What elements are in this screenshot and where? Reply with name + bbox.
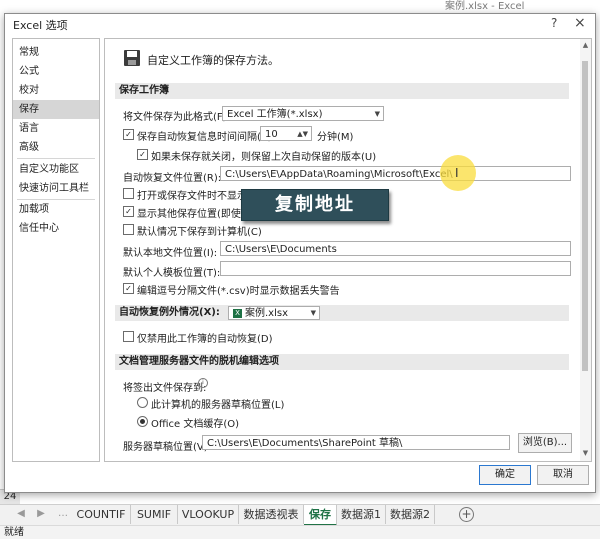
- csv-warning-checkbox[interactable]: ✓: [123, 283, 134, 294]
- keep-last-version-label: 如果未保存就关闭，则保留上次自动保留的版本(U): [151, 152, 377, 163]
- section-offline-editing: 文档管理服务器文件的脱机编辑选项: [115, 354, 569, 370]
- minutes-label: 分钟(M): [317, 132, 354, 143]
- autorecover-location-input[interactable]: C:\Users\E\AppData\Roaming\Microsoft\Exc…: [220, 166, 571, 181]
- autorecover-label: 保存自动恢复信息时间间隔(A): [137, 132, 272, 143]
- default-local-location-input[interactable]: C:\Users\E\Documents: [220, 241, 571, 256]
- no-backstage-checkbox[interactable]: [123, 188, 134, 199]
- save-to-computer-label: 默认情况下保存到计算机(C): [137, 227, 262, 238]
- keep-last-version-checkbox[interactable]: ✓: [137, 149, 148, 160]
- autorecover-location-label: 自动恢复文件位置(R):: [123, 173, 222, 184]
- chevron-down-icon: ▼: [310, 309, 316, 317]
- help-icon[interactable]: ?: [551, 16, 557, 30]
- nav-item-general[interactable]: 常规: [13, 43, 99, 62]
- show-more-locations-checkbox[interactable]: ✓: [123, 206, 134, 217]
- text-cursor-icon: I: [455, 166, 459, 180]
- sheet-tab-countif[interactable]: COUNTIF: [72, 505, 131, 524]
- default-local-location-label: 默认本地文件位置(I):: [123, 248, 218, 259]
- browse-button[interactable]: 浏览(B)...: [518, 433, 572, 453]
- autorecover-exceptions-label: 自动恢复例外情况(X):: [119, 307, 220, 318]
- nav-item-formulas[interactable]: 公式: [13, 62, 99, 81]
- office-cache-radio[interactable]: [137, 416, 148, 427]
- exception-workbook-select[interactable]: X 案例.xlsx ▼: [228, 306, 320, 320]
- save-to-computer-checkbox[interactable]: [123, 224, 134, 235]
- drafts-location-input[interactable]: C:\Users\E\Documents\SharePoint 草稿\: [202, 435, 510, 450]
- server-drafts-radio[interactable]: [137, 397, 148, 408]
- sheet-tab-pivot[interactable]: 数据透视表: [239, 505, 304, 524]
- spinner-arrows-icon[interactable]: ▲▼: [297, 127, 308, 142]
- nav-item-language[interactable]: 语言: [13, 119, 99, 138]
- info-icon: i: [198, 378, 208, 388]
- page-header-text: 自定义工作簿的保存方法。: [147, 54, 279, 67]
- server-drafts-label: 此计算机的服务器草稿位置(L): [151, 400, 285, 411]
- content-scrollbar[interactable]: ▲ ▼: [580, 38, 592, 462]
- excel-options-dialog: Excel 选项 ? × 常规 公式 校对 保存 语言 高级 自定义功能区 快速…: [4, 13, 596, 493]
- personal-template-input[interactable]: [220, 261, 571, 276]
- exception-workbook-value: 案例.xlsx: [245, 308, 289, 319]
- personal-template-label: 默认个人模板位置(T):: [123, 268, 221, 279]
- nav-item-trust-center[interactable]: 信任中心: [13, 219, 99, 238]
- autorecover-minutes-spinner[interactable]: 10 ▲▼: [260, 126, 312, 141]
- nav-item-save[interactable]: 保存: [13, 100, 99, 119]
- floppy-disk-icon: [124, 50, 140, 66]
- section-save-workbook: 保存工作簿: [115, 83, 569, 99]
- autorecover-checkbox[interactable]: ✓: [123, 129, 134, 140]
- sheet-prev-icon[interactable]: ◀: [14, 507, 28, 521]
- status-bar: 就绪: [0, 525, 600, 539]
- nav-divider: [17, 158, 95, 159]
- chevron-down-icon: ▼: [374, 110, 380, 118]
- sheet-tab-sumif[interactable]: SUMIF: [131, 505, 178, 524]
- options-content: 自定义工作簿的保存方法。 保存工作簿 将文件保存为此格式(F): Excel 工…: [104, 38, 582, 462]
- excel-file-icon: X: [233, 308, 242, 318]
- disable-autorecover-checkbox[interactable]: [123, 331, 134, 342]
- nav-item-addins[interactable]: 加载项: [13, 200, 99, 219]
- checkout-label: 将签出文件保存到:: [123, 383, 207, 394]
- window-title: 案例.xlsx - Excel: [445, 1, 525, 12]
- dialog-title: Excel 选项: [13, 19, 68, 32]
- sheet-next-icon[interactable]: ▶: [34, 507, 48, 521]
- csv-warning-label: 编辑逗号分隔文件(*.csv)时显示数据丢失警告: [137, 286, 340, 297]
- scrollbar-thumb[interactable]: [582, 61, 588, 371]
- close-icon[interactable]: ×: [574, 15, 586, 31]
- office-cache-label: Office 文档缓存(O): [151, 419, 240, 430]
- format-select-value: Excel 工作簿(*.xlsx): [227, 109, 323, 120]
- section-autorecover-exceptions: 自动恢复例外情况(X):: [115, 305, 569, 321]
- scroll-down-icon[interactable]: ▼: [581, 449, 590, 457]
- sheet-tab-bar: ◀ ▶ … COUNTIF SUMIF VLOOKUP 数据透视表 保存 数据源…: [0, 504, 600, 526]
- cancel-button[interactable]: 取消: [537, 465, 589, 485]
- more-sheets-icon[interactable]: …: [56, 507, 70, 521]
- disable-autorecover-label: 仅禁用此工作簿的自动恢复(D): [137, 334, 273, 345]
- nav-item-advanced[interactable]: 高级: [13, 138, 99, 157]
- scroll-up-icon[interactable]: ▲: [581, 41, 590, 49]
- sheet-tab-source1[interactable]: 数据源1: [337, 505, 386, 524]
- nav-item-quick-access[interactable]: 快速访问工具栏: [13, 179, 99, 198]
- ok-button[interactable]: 确定: [479, 465, 531, 485]
- options-nav: 常规 公式 校对 保存 语言 高级 自定义功能区 快速访问工具栏 加载项 信任中…: [12, 38, 100, 462]
- tutorial-caption: 复制地址: [241, 189, 389, 221]
- sheet-tab-source2[interactable]: 数据源2: [386, 505, 435, 524]
- nav-item-proofing[interactable]: 校对: [13, 81, 99, 100]
- nav-item-customize-ribbon[interactable]: 自定义功能区: [13, 160, 99, 179]
- format-label: 将文件保存为此格式(F):: [123, 112, 230, 123]
- format-select[interactable]: Excel 工作簿(*.xlsx) ▼: [222, 106, 384, 121]
- add-sheet-icon[interactable]: +: [459, 507, 474, 522]
- drafts-location-label: 服务器草稿位置(V):: [123, 442, 212, 453]
- sheet-tab-save[interactable]: 保存: [304, 505, 337, 526]
- sheet-tab-vlookup[interactable]: VLOOKUP: [178, 505, 239, 524]
- autorecover-minutes-value: 10: [265, 129, 278, 140]
